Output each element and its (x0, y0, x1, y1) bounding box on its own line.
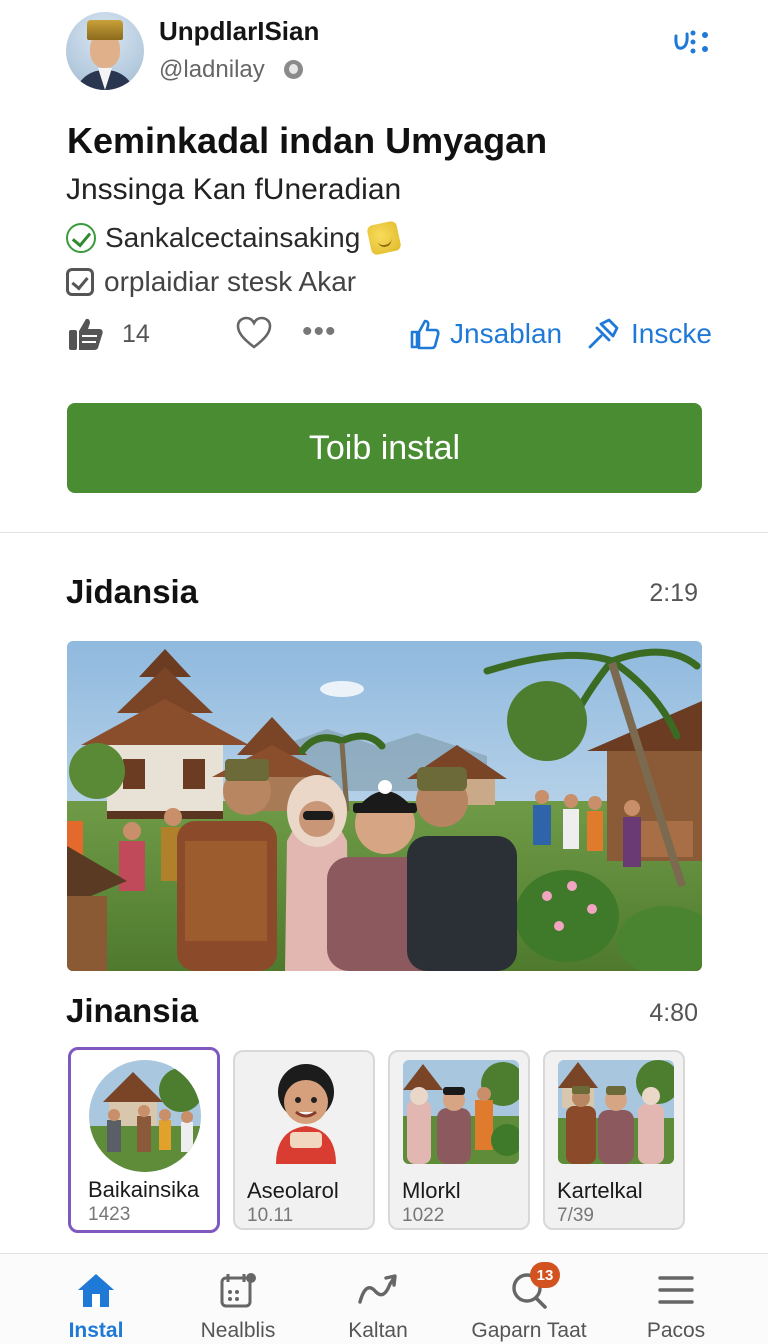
thumbnail-count: 10.11 (247, 1205, 294, 1226)
calendar-icon (220, 1273, 256, 1308)
wave-icon (358, 1274, 397, 1304)
tab-gaparn-taat[interactable]: Gaparn Taat (470, 1254, 588, 1344)
install-button[interactable]: Toib instal (67, 403, 702, 493)
menu-lines-icon (658, 1276, 694, 1304)
post-subtitle: Jnssinga Kan fUneradian (66, 173, 402, 206)
feature-2-text: orplaidiar stesk Akar (104, 266, 357, 297)
home-icon (78, 1274, 114, 1307)
thumbnail-title: Baikainsika (88, 1177, 200, 1202)
tab-label: Pacos (646, 1319, 706, 1342)
thumbnail-strip: Baikainsika 1423 Aseolarol 10.11 Mlorkl … (68, 1047, 708, 1233)
ellipsis-icon[interactable]: ••• (302, 317, 337, 347)
avatar[interactable] (66, 12, 144, 90)
share-thumb-icon (410, 319, 440, 350)
thumbnail-image (403, 1060, 519, 1164)
thumbnail-count: 1022 (402, 1205, 445, 1226)
user-handle: @ladnilay (159, 56, 265, 83)
thumbs-up-icon[interactable] (67, 316, 105, 352)
thumbnail-count: 1423 (88, 1204, 131, 1225)
thumbnail-card[interactable]: Mlorkl 1022 (388, 1050, 530, 1230)
invite-button[interactable]: Inscke (587, 314, 712, 354)
tab-pacos[interactable]: Pacos (632, 1254, 720, 1344)
bottom-tab-bar: Instal Nealblis Kaltan Gaparn Taat Pacos (0, 1253, 768, 1344)
thumbnail-count: 7/39 (557, 1205, 594, 1226)
post-header: UnpdlarISian @ladnilay (0, 0, 768, 110)
more-options-icon[interactable] (672, 26, 714, 58)
feature-row-1: Sankalcectainsaking (66, 220, 403, 256)
notification-badge: 13 (530, 1262, 560, 1288)
feature-row-2: orplaidiar stesk Akar (66, 265, 356, 299)
section-1-time: 2:19 (649, 579, 698, 607)
post-actions: 14 ••• Jnsablan Inscke (0, 312, 768, 356)
hero-photo-illustration (67, 641, 702, 971)
section-divider (0, 532, 768, 533)
tab-nealblis[interactable]: Nealblis (190, 1254, 286, 1344)
tab-label: Gaparn Taat (471, 1319, 587, 1342)
thumbnail-card[interactable]: Kartelkal 7/39 (543, 1050, 685, 1230)
heart-icon[interactable] (236, 316, 272, 350)
thumbnail-image (248, 1060, 364, 1164)
thumbnail-card[interactable]: Aseolarol 10.11 (233, 1050, 375, 1230)
smiley-emoji-icon (366, 220, 403, 256)
tab-instal[interactable]: Instal (52, 1254, 140, 1344)
thumbnail-title: Aseolarol (247, 1178, 339, 1203)
user-name[interactable]: UnpdlarISian (159, 16, 319, 47)
invite-label: Inscke (631, 318, 712, 349)
tab-label: Kaltan (348, 1319, 408, 1342)
tab-label: Nealblis (200, 1319, 276, 1342)
like-count: 14 (122, 320, 150, 348)
thumbnail-title: Kartelkal (557, 1178, 643, 1203)
section-2-title: Jinansia (66, 992, 199, 1029)
tab-label: Instal (68, 1319, 124, 1342)
post-title: Keminkadal indan Umyagan (67, 120, 548, 161)
section-1-title: Jidansia (66, 573, 199, 610)
globe-icon (284, 60, 303, 79)
pin-icon (588, 318, 619, 349)
avatar-hat (87, 20, 123, 40)
section-2-time: 4:80 (649, 999, 698, 1027)
feature-1-text: Sankalcectainsaking (105, 222, 361, 253)
check-circle-icon (66, 223, 96, 253)
tab-kaltan[interactable]: Kaltan (334, 1254, 422, 1344)
share-button[interactable]: Jnsablan (408, 314, 562, 354)
thumbnail-card[interactable]: Baikainsika 1423 (68, 1047, 220, 1233)
thumbnail-image (89, 1060, 201, 1172)
checkbox-icon (66, 268, 94, 296)
hero-photo[interactable] (67, 641, 702, 971)
thumbnail-image (558, 1060, 674, 1164)
thumbnail-title: Mlorkl (402, 1178, 461, 1203)
share-label: Jnsablan (450, 318, 563, 349)
